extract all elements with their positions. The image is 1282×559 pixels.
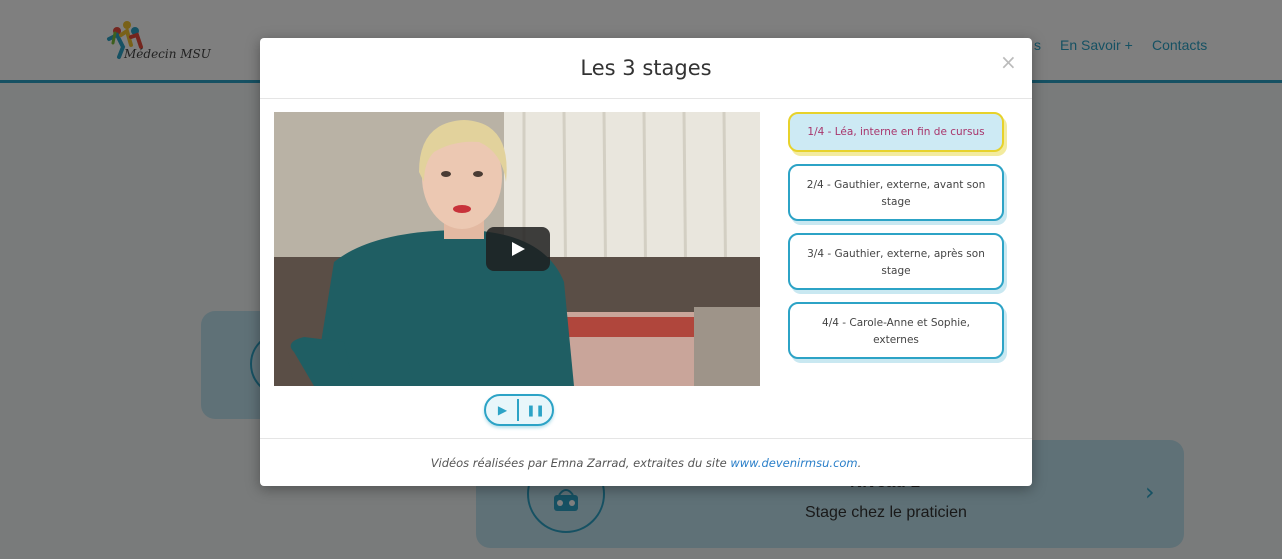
modal-footer: Vidéos réalisées par Emna Zarrad, extrai… xyxy=(260,438,1032,487)
footer-credit: Vidéos réalisées par Emna Zarrad, extrai… xyxy=(260,456,1032,470)
modal-header: Les 3 stages × xyxy=(260,38,1032,99)
play-button[interactable]: ▶ xyxy=(486,396,519,424)
playlist-item-3[interactable]: 3/4 - Gauthier, externe, après son stage xyxy=(788,233,1004,290)
pause-button[interactable]: ❚❚ xyxy=(519,396,552,424)
video-player[interactable] xyxy=(274,112,760,386)
footer-suffix: . xyxy=(857,456,862,470)
source-link[interactable]: www.devenirmsu.com xyxy=(730,456,857,470)
playlist-item-1[interactable]: 1/4 - Léa, interne en fin de cursus xyxy=(788,112,1004,152)
media-controls: ▶ ❚❚ xyxy=(484,394,554,426)
play-icon[interactable] xyxy=(486,227,550,271)
video-modal: Les 3 stages × ▶ ❚❚ 1/4 - Léa, interne e… xyxy=(260,38,1032,486)
footer-text: Vidéos réalisées par Emna Zarrad, extrai… xyxy=(430,456,731,470)
modal-title: Les 3 stages xyxy=(580,56,712,80)
playlist-item-4[interactable]: 4/4 - Carole-Anne et Sophie, externes xyxy=(788,302,1004,359)
video-playlist: 1/4 - Léa, interne en fin de cursus 2/4 … xyxy=(788,112,1010,371)
playlist-item-2[interactable]: 2/4 - Gauthier, externe, avant son stage xyxy=(788,164,1004,221)
close-icon[interactable]: × xyxy=(1000,50,1017,74)
